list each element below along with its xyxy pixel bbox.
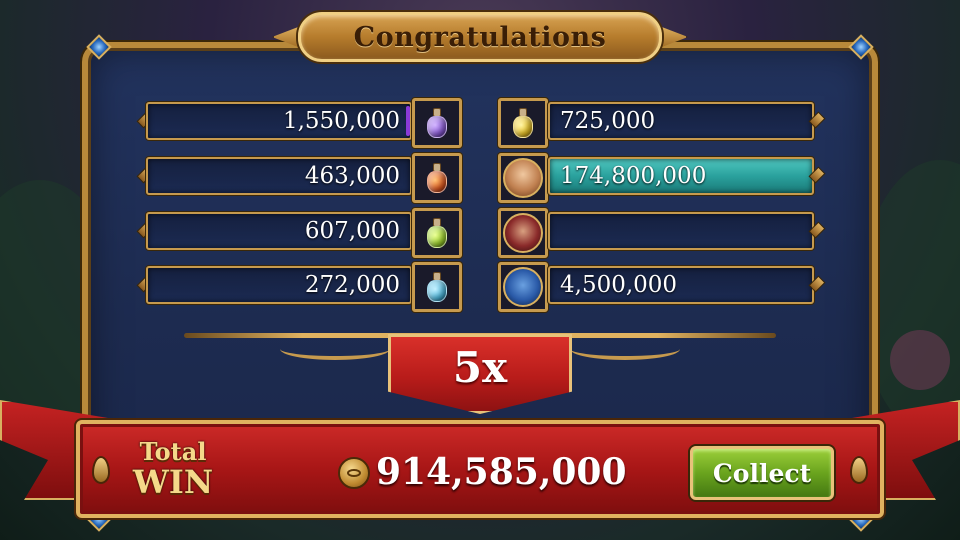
right-row-2: 174,800,000 bbox=[496, 153, 826, 203]
elf-portrait-icon bbox=[498, 153, 548, 203]
prize-value: 174,800,000 bbox=[560, 163, 707, 189]
right-row-1: 725,000 bbox=[496, 98, 826, 148]
value-bar: 607,000 bbox=[146, 212, 412, 250]
value-bar: 4,500,000 bbox=[548, 266, 814, 304]
yellow-potion-icon bbox=[498, 98, 548, 148]
green-potion-icon bbox=[412, 208, 462, 258]
total-label-line2: WIN bbox=[132, 463, 214, 501]
scroll-ornament-left bbox=[280, 338, 390, 360]
multiplier-value: 5x bbox=[452, 343, 508, 392]
left-row-1: 1,550,000 bbox=[136, 98, 464, 148]
ribbon-ornament-right bbox=[850, 456, 868, 484]
active-marker bbox=[406, 106, 410, 136]
collect-button[interactable]: Collect bbox=[690, 446, 834, 500]
value-bar: 1,550,000 bbox=[146, 102, 412, 140]
total-label-line1: Total bbox=[139, 437, 207, 466]
total-win-amount: 914,585,000 bbox=[376, 451, 627, 493]
prize-value: 4,500,000 bbox=[560, 272, 678, 298]
ribbon-ornament-left bbox=[92, 456, 110, 484]
prize-value: 1,550,000 bbox=[282, 108, 400, 134]
prize-value: 725,000 bbox=[560, 108, 656, 134]
prize-value: 272,000 bbox=[304, 272, 400, 298]
title-text: Congratulations bbox=[353, 21, 607, 53]
purple-potion-icon bbox=[412, 98, 462, 148]
coin-icon bbox=[338, 457, 370, 489]
blue-potion-icon bbox=[412, 262, 462, 312]
prize-value: 607,000 bbox=[304, 218, 400, 244]
orange-potion-icon bbox=[412, 153, 462, 203]
left-row-2: 463,000 bbox=[136, 153, 464, 203]
left-row-4: 272,000 bbox=[136, 262, 464, 312]
wolf-portrait-icon bbox=[498, 262, 548, 312]
prize-value: 463,000 bbox=[304, 163, 400, 189]
right-row-4: 4,500,000 bbox=[496, 262, 826, 312]
value-bar bbox=[548, 212, 814, 250]
man-portrait-icon bbox=[498, 208, 548, 258]
background-flower-right bbox=[890, 330, 950, 390]
value-bar: 272,000 bbox=[146, 266, 412, 304]
right-row-3 bbox=[496, 208, 826, 258]
scroll-ornament-right bbox=[570, 338, 680, 360]
title-plaque: Congratulations bbox=[298, 12, 662, 62]
collect-button-label: Collect bbox=[712, 458, 812, 488]
value-bar-highlighted: 174,800,000 bbox=[548, 157, 814, 195]
left-row-3: 607,000 bbox=[136, 208, 464, 258]
value-bar: 463,000 bbox=[146, 157, 412, 195]
total-win-label: Total WIN bbox=[118, 437, 228, 501]
value-bar: 725,000 bbox=[548, 102, 814, 140]
